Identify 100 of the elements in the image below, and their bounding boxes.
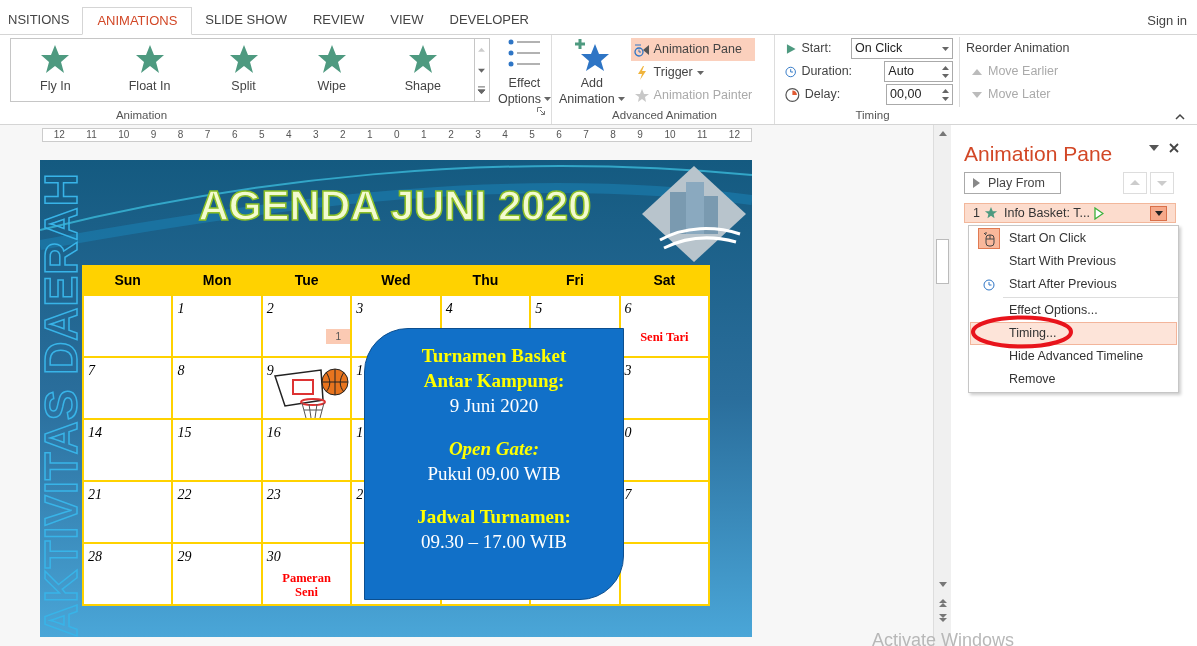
- effect-button[interactable]: Wipe: [308, 42, 355, 98]
- ruler-number: 11: [86, 130, 97, 140]
- ruler-number: 3: [312, 130, 319, 140]
- menu-item[interactable]: Start With Previous: [970, 250, 1177, 273]
- spinner-field[interactable]: 00,00: [886, 84, 953, 105]
- day-number: 21: [88, 486, 102, 504]
- day-number: 14: [88, 424, 102, 442]
- star-icon: [983, 206, 998, 220]
- ribbon-tab[interactable]: ANIMATIONS: [82, 7, 193, 35]
- day-number: 1: [177, 300, 185, 318]
- callout-text: Open Gate:: [448, 437, 540, 461]
- day-number: 2: [356, 486, 364, 504]
- ruler-number: 6: [231, 130, 238, 140]
- day-number: 29: [177, 548, 192, 566]
- menu-item[interactable]: Remove: [970, 368, 1177, 391]
- clock-icon: [785, 65, 797, 78]
- ribbon-tab[interactable]: SLIDE SHOW: [192, 6, 300, 34]
- item-dropdown-button[interactable]: [1150, 205, 1167, 221]
- down-arrow-icon: [972, 91, 982, 98]
- ruler-number: 1: [367, 130, 373, 140]
- previous-slide-icon[interactable]: [938, 598, 948, 608]
- day-number: 3: [356, 300, 364, 318]
- ruler-number: 9: [637, 130, 643, 140]
- effect-options-button[interactable]: Effect Options: [497, 38, 551, 107]
- scroll-down-arrow-icon[interactable]: [938, 581, 948, 589]
- ruler-number: 8: [177, 130, 184, 140]
- star-icon: [40, 44, 71, 75]
- day-number: 28: [88, 548, 102, 566]
- pane-options-icon[interactable]: [1149, 145, 1159, 151]
- menu-item[interactable]: Start After Previous: [970, 273, 1177, 296]
- menu-item[interactable]: Hide Advanced Timeline: [970, 345, 1177, 368]
- day-number: 22: [177, 486, 192, 504]
- add-animation-button[interactable]: Add Animation: [555, 38, 629, 107]
- star-brush-icon: [633, 87, 650, 104]
- menu-item[interactable]: Effect Options...: [970, 299, 1177, 322]
- star-icon: [134, 44, 165, 75]
- caret-icon: [942, 46, 949, 51]
- day-number: 0: [624, 424, 632, 442]
- effect-button[interactable]: Split: [220, 42, 267, 98]
- command-button[interactable]: Trigger: [630, 61, 756, 84]
- day-header: Tue: [293, 271, 320, 290]
- day-number: 9: [266, 362, 274, 380]
- day-number: 6: [624, 300, 632, 318]
- effect-button[interactable]: Shape: [396, 42, 449, 98]
- day-number: 1: [356, 424, 364, 442]
- sign-in-link[interactable]: Sign in: [1147, 11, 1187, 31]
- play-icon: [973, 178, 980, 188]
- group-heading: Reorder Animation: [966, 40, 1070, 58]
- spin-arrows-icon[interactable]: [942, 64, 949, 79]
- ribbon-tab[interactable]: NSITIONS: [0, 6, 83, 34]
- field-label: Start:: [801, 40, 833, 58]
- day-number: 7: [624, 486, 632, 504]
- callout-text: 09.30 – 17.00 WIB: [421, 530, 567, 554]
- animation-list-item[interactable]: 1 Info Basket: T...: [964, 203, 1176, 223]
- effect-button[interactable]: Float In: [120, 42, 179, 98]
- collapse-ribbon-icon[interactable]: [1175, 113, 1185, 120]
- ribbon-tab[interactable]: VIEW: [377, 6, 437, 34]
- caret-icon: [544, 97, 551, 101]
- caret-icon: [1154, 210, 1163, 216]
- play-icon: [785, 42, 797, 55]
- menu-item[interactable]: Timing...: [970, 322, 1177, 345]
- ribbon-tab[interactable]: REVIEW: [299, 6, 378, 34]
- day-header: Sun: [113, 271, 142, 290]
- slide-title: AGENDA JUNI 2020: [197, 181, 593, 231]
- scrollbar-thumb[interactable]: [936, 239, 949, 284]
- day-number: 3: [624, 362, 632, 380]
- day-number: 5: [535, 300, 543, 318]
- day-header: Wed: [380, 271, 412, 290]
- ruler-number: 3: [475, 130, 481, 140]
- spinner-field[interactable]: Auto: [884, 61, 953, 82]
- ruler-number: 2: [448, 130, 454, 140]
- callout-text: Antar Kampung:: [423, 369, 565, 393]
- ribbon-tab[interactable]: DEVELOPER: [436, 6, 542, 34]
- spin-arrows-icon[interactable]: [942, 87, 949, 102]
- ruler-number: 4: [502, 130, 508, 140]
- next-slide-icon[interactable]: [938, 613, 948, 623]
- menu-item[interactable]: Start On Click: [970, 227, 1177, 250]
- timer-icon: [785, 86, 800, 103]
- day-number: 23: [266, 486, 281, 504]
- ruler-number: 8: [610, 130, 616, 140]
- scroll-up-arrow-icon[interactable]: [938, 129, 948, 137]
- play-from-button[interactable]: Play From: [964, 172, 1061, 194]
- group-label: Timing: [854, 108, 891, 123]
- ruler-number: 1: [421, 130, 427, 140]
- stopwatch-icon: [633, 41, 650, 58]
- day-number: 1: [356, 362, 364, 380]
- day-number: 15: [177, 424, 192, 442]
- effect-button[interactable]: Fly In: [32, 42, 79, 98]
- ruler-number: 10: [118, 130, 130, 140]
- start-dropdown[interactable]: On Click: [851, 38, 953, 59]
- pane-title: Animation Pane: [964, 141, 1113, 167]
- close-icon[interactable]: [1169, 143, 1179, 153]
- dialog-launcher-icon[interactable]: [537, 107, 545, 115]
- day-number: 7: [88, 362, 95, 380]
- up-arrow-icon: [972, 68, 982, 75]
- command-button[interactable]: Animation Pane: [630, 38, 756, 61]
- caret-icon: [696, 70, 704, 75]
- day-number: 4: [445, 300, 453, 318]
- caret-icon: [617, 97, 625, 101]
- star-plus-icon: [573, 38, 610, 72]
